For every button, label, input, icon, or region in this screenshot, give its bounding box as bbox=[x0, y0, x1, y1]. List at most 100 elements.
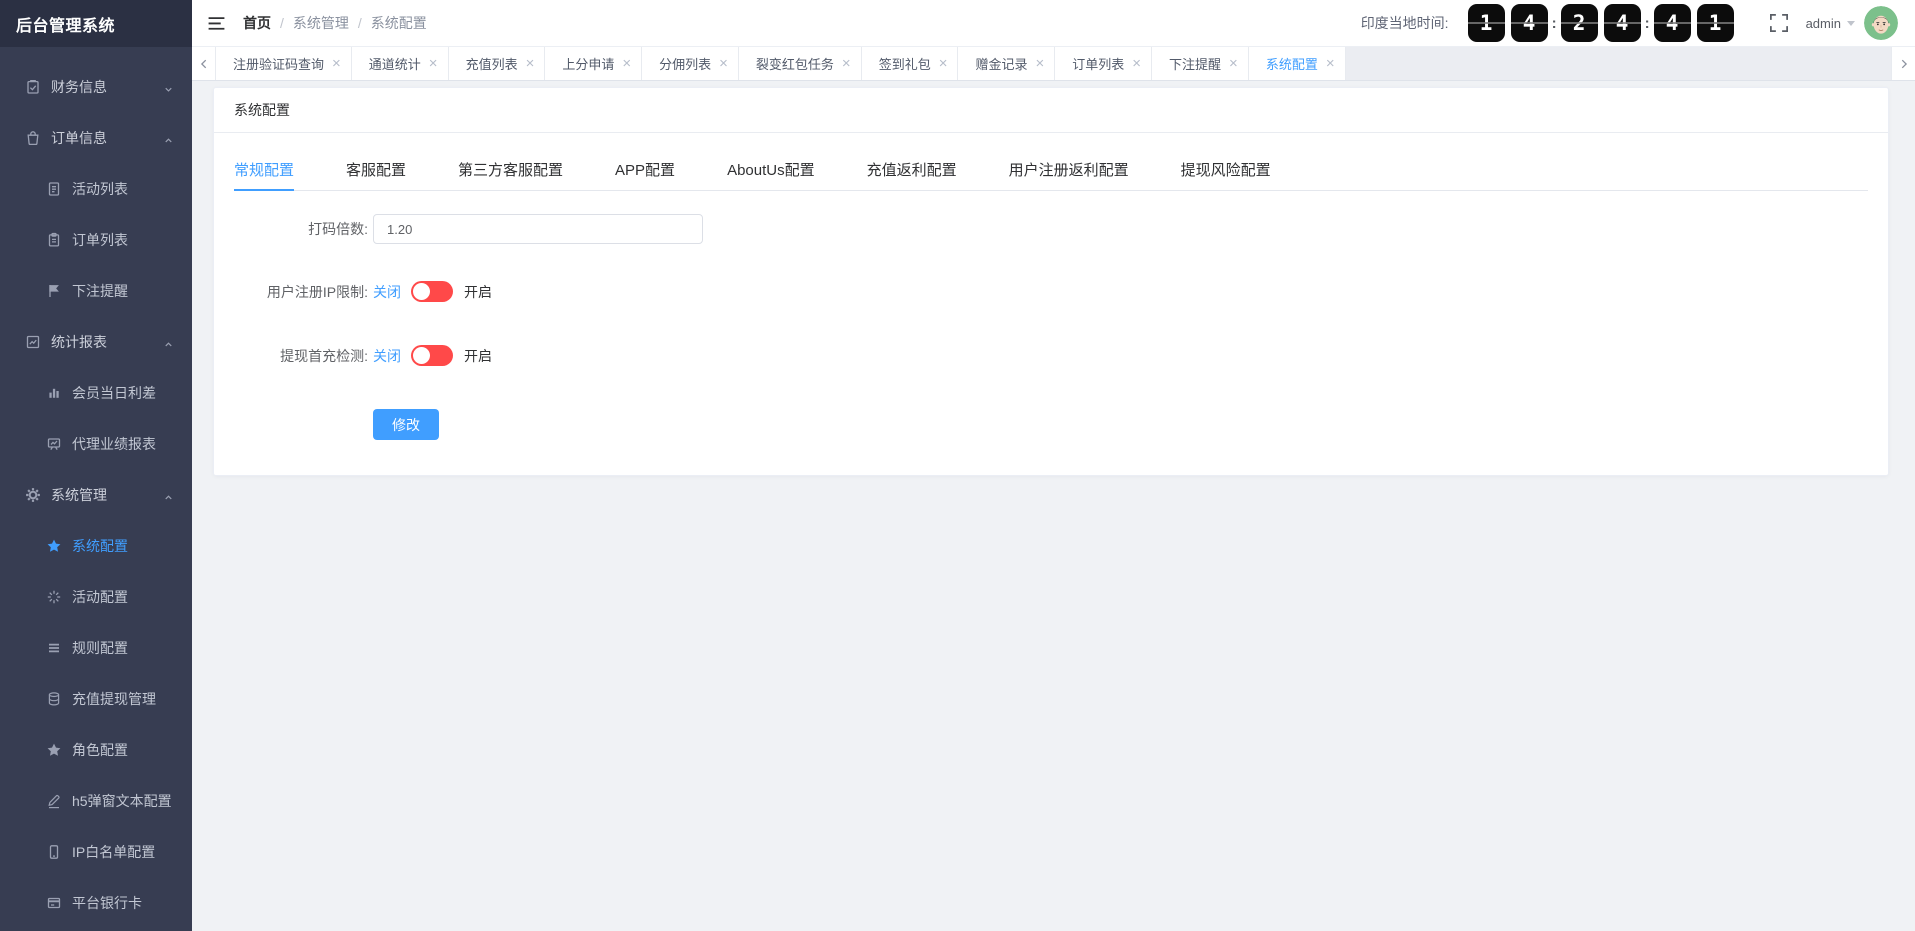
bar-chart-icon bbox=[46, 385, 62, 401]
tab-withdraw-risk-config[interactable]: 提现风险配置 bbox=[1181, 149, 1271, 190]
chevron-up-icon bbox=[163, 490, 174, 501]
sidebar-item-label: 活动配置 bbox=[72, 588, 128, 605]
tab-register-rebate-config[interactable]: 用户注册返利配置 bbox=[1009, 149, 1129, 190]
sidebar-item-platform-bank-card[interactable]: 平台银行卡 bbox=[0, 877, 192, 928]
clock-digit: 1 bbox=[1467, 4, 1505, 42]
sidebar-item-bet-reminder[interactable]: 下注提醒 bbox=[0, 265, 192, 316]
sidebar-item-order-info[interactable]: 订单信息 bbox=[0, 112, 192, 163]
switch-on-label: 开启 bbox=[464, 283, 492, 300]
tab-label: 提现风险配置 bbox=[1180, 162, 1271, 179]
sidebar-item-label: 订单信息 bbox=[51, 129, 107, 146]
close-icon[interactable]: × bbox=[1326, 56, 1335, 71]
fullscreen-icon[interactable] bbox=[1769, 13, 1789, 33]
clock-colon: : bbox=[1644, 14, 1650, 32]
sidebar-item-role-config[interactable]: 角色配置 bbox=[0, 724, 192, 775]
close-icon[interactable]: × bbox=[1132, 56, 1141, 71]
presentation-chart-icon bbox=[46, 436, 62, 452]
star-icon bbox=[46, 742, 62, 758]
toggle-knob bbox=[413, 347, 430, 364]
tab-thirdparty-service-config[interactable]: 第三方客服配置 bbox=[458, 149, 563, 190]
tab-label: 客服配置 bbox=[346, 162, 407, 179]
tab-bet-reminder[interactable]: 下注提醒 × bbox=[1152, 47, 1249, 80]
sidebar-item-system-management[interactable]: 系统管理 bbox=[0, 469, 192, 520]
sidebar-item-rule-config[interactable]: 规则配置 bbox=[0, 622, 192, 673]
breadcrumb-system-management[interactable]: 系统管理 bbox=[293, 13, 349, 33]
sidebar-item-ip-whitelist-config[interactable]: IP白名单配置 bbox=[0, 826, 192, 877]
tab-label: AboutUs配置 bbox=[727, 162, 815, 179]
sidebar-item-activity-list[interactable]: 活动列表 bbox=[0, 163, 192, 214]
sidebar-item-label: 代理业绩报表 bbox=[72, 435, 156, 452]
sidebar-item-stats-report[interactable]: 统计报表 bbox=[0, 316, 192, 367]
breadcrumb-current: 系统配置 bbox=[370, 15, 427, 31]
close-icon[interactable]: × bbox=[526, 56, 535, 71]
tabs-scroll-left-icon[interactable] bbox=[192, 47, 216, 80]
sidebar-item-h5-popup-text-config[interactable]: h5弹窗文本配置 bbox=[0, 775, 192, 826]
modify-button[interactable]: 修改 bbox=[373, 409, 439, 440]
breadcrumb: 首页 / 系统管理 / 系统配置 bbox=[243, 13, 427, 33]
close-icon[interactable]: × bbox=[622, 56, 631, 71]
sidebar-item-member-daily-margin[interactable]: 会员当日利差 bbox=[0, 367, 192, 418]
tab-recharge-rebate-config[interactable]: 充值返利配置 bbox=[867, 149, 957, 190]
card-header: 系统配置 bbox=[214, 88, 1888, 133]
close-icon[interactable]: × bbox=[842, 56, 851, 71]
tab-system-config[interactable]: 系统配置 × bbox=[1248, 47, 1346, 80]
sidebar-item-recharge-withdraw-mgmt[interactable]: 充值提现管理 bbox=[0, 673, 192, 724]
clock-digit: 4 bbox=[1653, 4, 1691, 42]
close-icon[interactable]: × bbox=[939, 56, 948, 71]
tab-label: 注册验证码查询 bbox=[233, 57, 325, 72]
tab-channel-stats[interactable]: 通道统计 × bbox=[351, 47, 449, 80]
clock-digit: 4 bbox=[1603, 4, 1641, 42]
withdraw-first-charge-toggle[interactable] bbox=[411, 345, 453, 366]
general-config-form: 打码倍数: 用户注册IP限制: 关闭 开启 提现首充检测: 关闭 bbox=[234, 191, 1868, 440]
tab-customer-service-config[interactable]: 客服配置 bbox=[346, 149, 406, 190]
close-icon[interactable]: × bbox=[719, 56, 728, 71]
sidebar-item-activity-config[interactable]: 活动配置 bbox=[0, 571, 192, 622]
tab-app-config[interactable]: APP配置 bbox=[615, 149, 675, 190]
tab-aboutus-config[interactable]: AboutUs配置 bbox=[727, 149, 815, 190]
sidebar-item-finance-info[interactable]: 财务信息 bbox=[0, 61, 192, 112]
close-icon[interactable]: × bbox=[1035, 56, 1044, 71]
hamburger-icon[interactable] bbox=[207, 15, 226, 32]
tab-label: 下注提醒 bbox=[1169, 57, 1222, 72]
sidebar-item-label: 财务信息 bbox=[51, 78, 107, 95]
tab-general-config[interactable]: 常规配置 bbox=[234, 149, 295, 191]
close-icon[interactable]: × bbox=[332, 56, 341, 71]
user-dropdown[interactable]: admin bbox=[1806, 16, 1855, 31]
submit-row: 修改 bbox=[234, 409, 1868, 440]
close-icon[interactable]: × bbox=[429, 56, 438, 71]
tab-label: 通道统计 bbox=[368, 57, 421, 72]
tab-signin-gift[interactable]: 签到礼包 × bbox=[861, 47, 959, 80]
username: admin bbox=[1805, 15, 1841, 31]
switch-off-label: 关闭 bbox=[373, 347, 401, 364]
tab-fission-redpacket-task[interactable]: 裂变红包任务 × bbox=[738, 47, 862, 80]
clipboard-check-icon bbox=[25, 79, 41, 95]
register-ip-limit-toggle[interactable] bbox=[411, 281, 453, 302]
sidebar-item-label: 系统管理 bbox=[51, 486, 107, 503]
database-icon bbox=[46, 691, 62, 707]
tab-order-list[interactable]: 订单列表 × bbox=[1055, 47, 1153, 80]
sidebar-item-order-list[interactable]: 订单列表 bbox=[0, 214, 192, 265]
tab-commission-list[interactable]: 分佣列表 × bbox=[642, 47, 739, 80]
close-icon[interactable]: × bbox=[1229, 56, 1238, 71]
sidebar-item-label: IP白名单配置 bbox=[72, 843, 156, 860]
sidebar-item-agent-performance[interactable]: 代理业绩报表 bbox=[0, 418, 192, 469]
breadcrumb-home[interactable]: 首页 bbox=[243, 13, 271, 33]
tab-score-apply[interactable]: 上分申请 × bbox=[545, 47, 643, 80]
sidebar-item-system-config[interactable]: 系统配置 bbox=[0, 520, 192, 571]
chevron-down-icon bbox=[163, 82, 174, 93]
chart-trend-icon bbox=[25, 334, 41, 350]
withdraw-first-charge-label: 提现首充检测: bbox=[280, 347, 368, 364]
tab-bonus-record[interactable]: 赠金记录 × bbox=[958, 47, 1056, 80]
avatar[interactable] bbox=[1864, 6, 1898, 40]
code-rate-input[interactable] bbox=[373, 214, 703, 244]
breadcrumb-separator: / bbox=[280, 15, 284, 31]
sidebar-item-label: 统计报表 bbox=[51, 333, 107, 350]
tab-recharge-list[interactable]: 充值列表 × bbox=[448, 47, 546, 80]
chevron-up-icon bbox=[163, 337, 174, 348]
tab-register-code-query[interactable]: 注册验证码查询 × bbox=[216, 47, 352, 80]
tabs-scroll-right-icon[interactable] bbox=[1891, 47, 1915, 80]
flag-icon bbox=[46, 283, 62, 299]
tab-label: 分佣列表 bbox=[659, 57, 712, 72]
open-tabs-bar: 注册验证码查询 × 通道统计 × 充值列表 × 上分申请 × 分佣列表 × 裂变红包任务 ×… bbox=[192, 47, 1915, 81]
breadcrumb-separator: / bbox=[357, 15, 362, 31]
